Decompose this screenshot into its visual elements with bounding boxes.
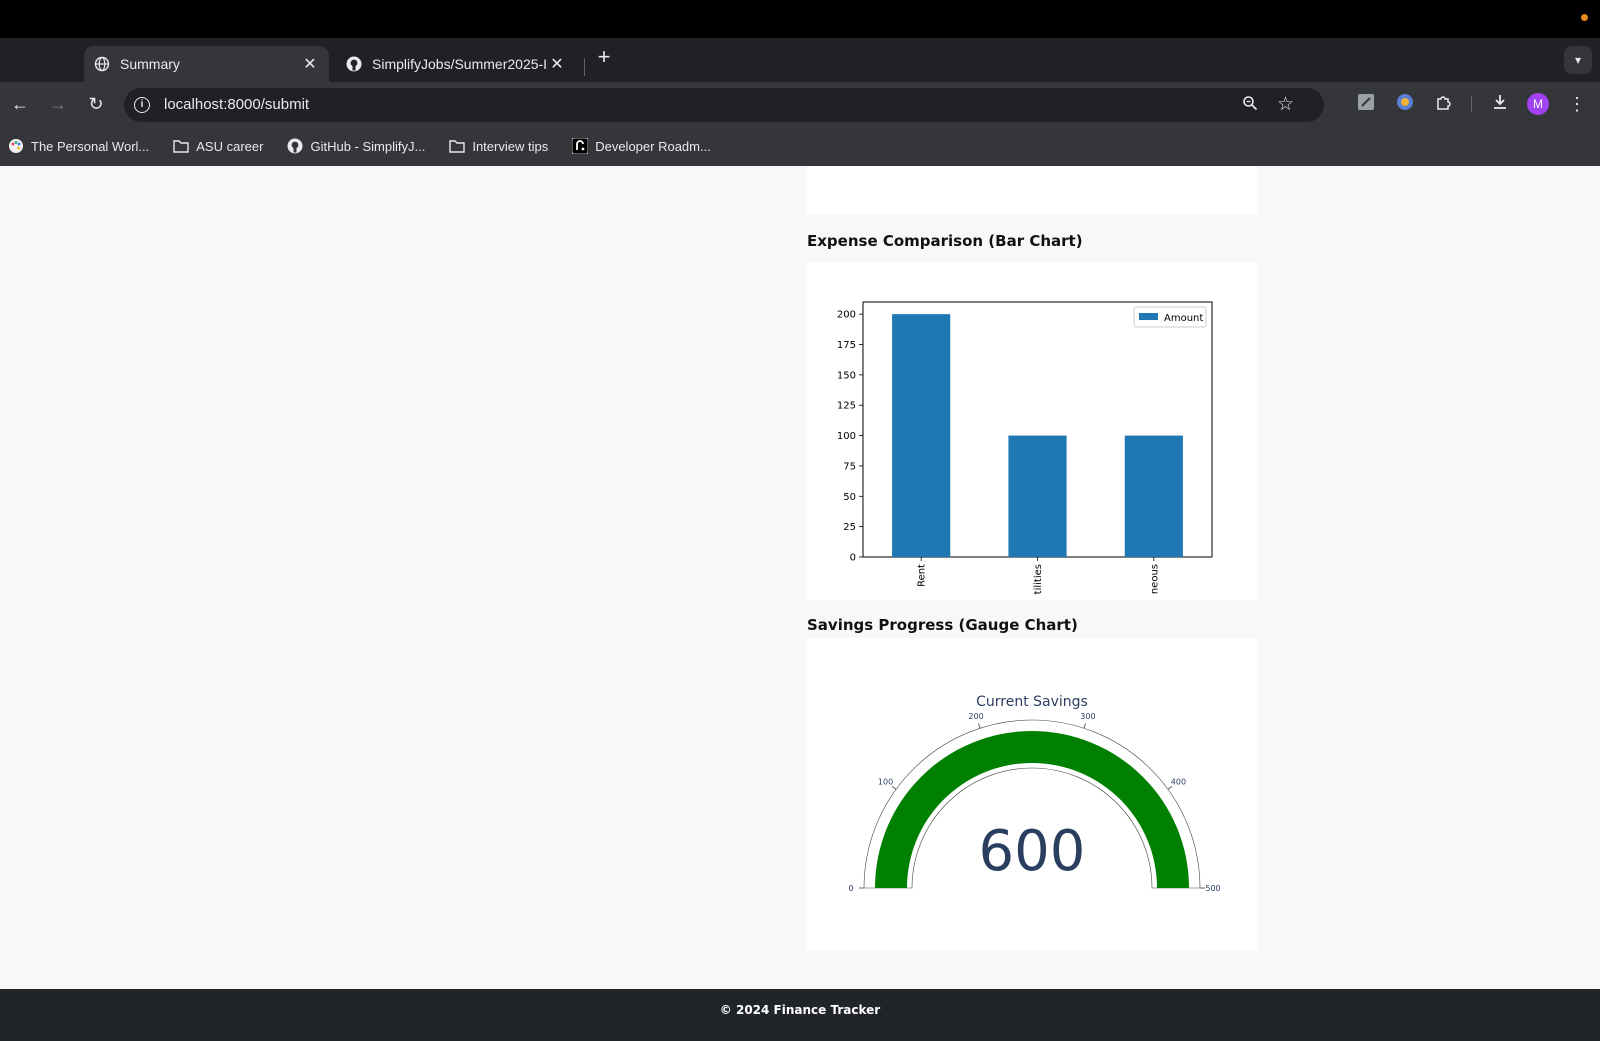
- zoom-icon[interactable]: [1242, 95, 1258, 116]
- x-tick-label: tilities: [1033, 564, 1044, 594]
- y-tick-label: 125: [837, 401, 856, 412]
- profile-avatar[interactable]: M: [1527, 93, 1549, 115]
- recording-indicator-icon: [1581, 14, 1588, 21]
- legend-label: Amount: [1164, 313, 1203, 324]
- bookmark-star-icon[interactable]: ☆: [1277, 93, 1294, 116]
- extension-icon[interactable]: [1355, 93, 1377, 115]
- y-tick-label: 75: [843, 461, 856, 472]
- browser-toolbar: ← → ↻ i localhost:8000/submit ☆ M ⋮: [0, 82, 1600, 126]
- y-tick-label: 150: [837, 370, 856, 381]
- bookmark-asu-career[interactable]: ASU career: [173, 138, 263, 154]
- gauge-tick-label: 200: [968, 712, 983, 721]
- gauge-tick-label: 300: [1080, 712, 1095, 721]
- legend-swatch: [1139, 313, 1158, 320]
- tab-summary[interactable]: Summary ✕: [84, 46, 329, 82]
- bookmark-label: ASU career: [196, 138, 264, 154]
- x-tick-label: neous: [1149, 564, 1160, 594]
- bookmarks-bar: The Personal Worl... ASU career GitHub -…: [0, 126, 1600, 166]
- roadmap-icon: [572, 138, 589, 154]
- y-tick-label: 0: [850, 553, 856, 564]
- previous-chart-card: [807, 166, 1257, 215]
- y-tick-label: 25: [843, 522, 856, 533]
- x-tick-label: Rent: [917, 564, 928, 587]
- tab-title: SimplifyJobs/Summer2025-In: [372, 56, 548, 72]
- tab-strip: Summary ✕ SimplifyJobs/Summer2025-In ✕: [0, 38, 1600, 82]
- gauge-title: Current Savings: [976, 694, 1088, 710]
- bookmark-label: GitHub - SimplifyJ...: [310, 138, 426, 154]
- bookmark-label: The Personal Worl...: [31, 138, 150, 154]
- download-icon[interactable]: [1489, 93, 1511, 115]
- page-content: Expense Comparison (Bar Chart) 0 25 50 75 10…: [0, 166, 1600, 989]
- y-tick-label: 100: [837, 431, 856, 442]
- folder-icon: [449, 138, 466, 154]
- gauge-tick: [891, 785, 897, 790]
- url-text[interactable]: localhost:8000/submit: [164, 96, 309, 113]
- bar-utilities: [1008, 435, 1067, 557]
- bookmark-developer-roadmap[interactable]: Developer Roadm...: [572, 138, 711, 154]
- y-tick-label: 50: [843, 492, 856, 503]
- tab-divider: [584, 58, 585, 76]
- footer: © 2024 Finance Tracker: [0, 989, 1600, 1041]
- site-info-icon[interactable]: i: [134, 97, 150, 113]
- address-bar[interactable]: i localhost:8000/submit ☆: [124, 88, 1324, 122]
- tab-simplifyjobs[interactable]: SimplifyJobs/Summer2025-In ✕: [336, 46, 576, 82]
- gauge-tick: [1167, 785, 1173, 790]
- gauge-chart-heading: Savings Progress (Gauge Chart): [807, 616, 1078, 634]
- bar-rent: [892, 314, 951, 557]
- gauge-chart: Current Savings 0 100 200 300 400 500 600: [848, 694, 1220, 893]
- bar-chart-heading: Expense Comparison (Bar Chart): [807, 232, 1083, 250]
- gauge-tick: [978, 723, 981, 729]
- bookmark-interview-tips[interactable]: Interview tips: [449, 138, 548, 154]
- bar-chart-card: 0 25 50 75 100 125 150 175 200 Rent tilities neous A…: [807, 262, 1257, 600]
- tab-search-button[interactable]: ▾: [1564, 46, 1592, 74]
- extensions-puzzle-icon[interactable]: [1433, 93, 1455, 115]
- back-arrow-icon[interactable]: ←: [8, 92, 32, 116]
- gauge-tick-label: 0: [848, 884, 853, 893]
- gauge-value-number: 600: [979, 819, 1086, 884]
- github-icon: [346, 56, 362, 72]
- palette-icon: [8, 138, 24, 154]
- folder-icon: [173, 138, 189, 154]
- bookmark-personal-world[interactable]: The Personal Worl...: [8, 138, 149, 154]
- tab-title: Summary: [120, 56, 180, 72]
- gauge-tick: [1083, 723, 1086, 729]
- bookmark-label: Developer Roadm...: [595, 138, 711, 154]
- globe-icon: [94, 56, 110, 72]
- bookmark-label: Interview tips: [472, 138, 549, 154]
- bar-miscellaneous: [1124, 435, 1183, 557]
- bar-chart: 0 25 50 75 100 125 150 175 200 Rent tilities neous A…: [837, 301, 1213, 594]
- system-menu-bar: [0, 0, 1600, 38]
- github-icon: [287, 138, 303, 154]
- close-tab-icon[interactable]: ✕: [548, 54, 566, 74]
- reload-icon[interactable]: ↻: [84, 92, 108, 116]
- gauge-tick-label: 100: [878, 778, 893, 787]
- forward-arrow-icon[interactable]: →: [46, 92, 70, 116]
- toolbar-divider: [1471, 96, 1472, 112]
- close-tab-icon[interactable]: ✕: [301, 54, 319, 74]
- gauge-chart-card: Current Savings 0 100 200 300 400 500 600: [807, 638, 1257, 951]
- y-tick-label: 175: [837, 340, 856, 351]
- y-tick-label: 200: [837, 310, 856, 321]
- new-tab-button[interactable]: +: [592, 46, 616, 70]
- footer-copyright: © 2024 Finance Tracker: [719, 1003, 881, 1017]
- gauge-tick-label: 400: [1171, 778, 1186, 787]
- bookmark-github-simplifyjobs[interactable]: GitHub - SimplifyJ...: [287, 138, 425, 154]
- gauge-tick-label: 500: [1205, 884, 1220, 893]
- more-menu-icon[interactable]: ⋮: [1566, 93, 1588, 115]
- extension-color-icon[interactable]: [1394, 93, 1416, 115]
